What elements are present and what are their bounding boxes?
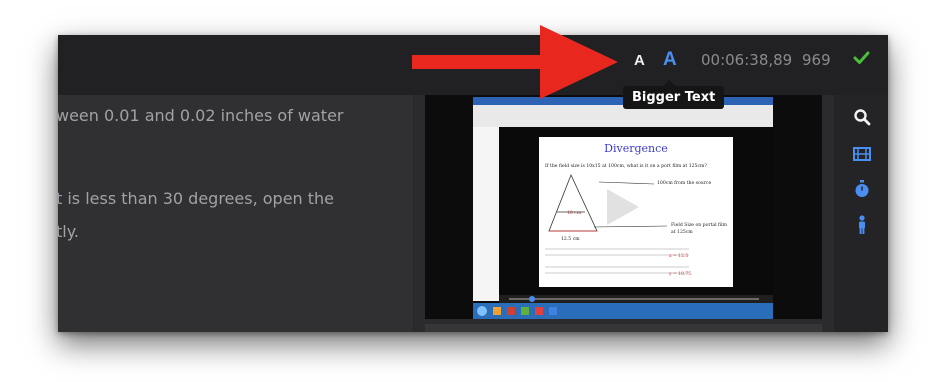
red-arrow-annotation: [412, 25, 618, 99]
